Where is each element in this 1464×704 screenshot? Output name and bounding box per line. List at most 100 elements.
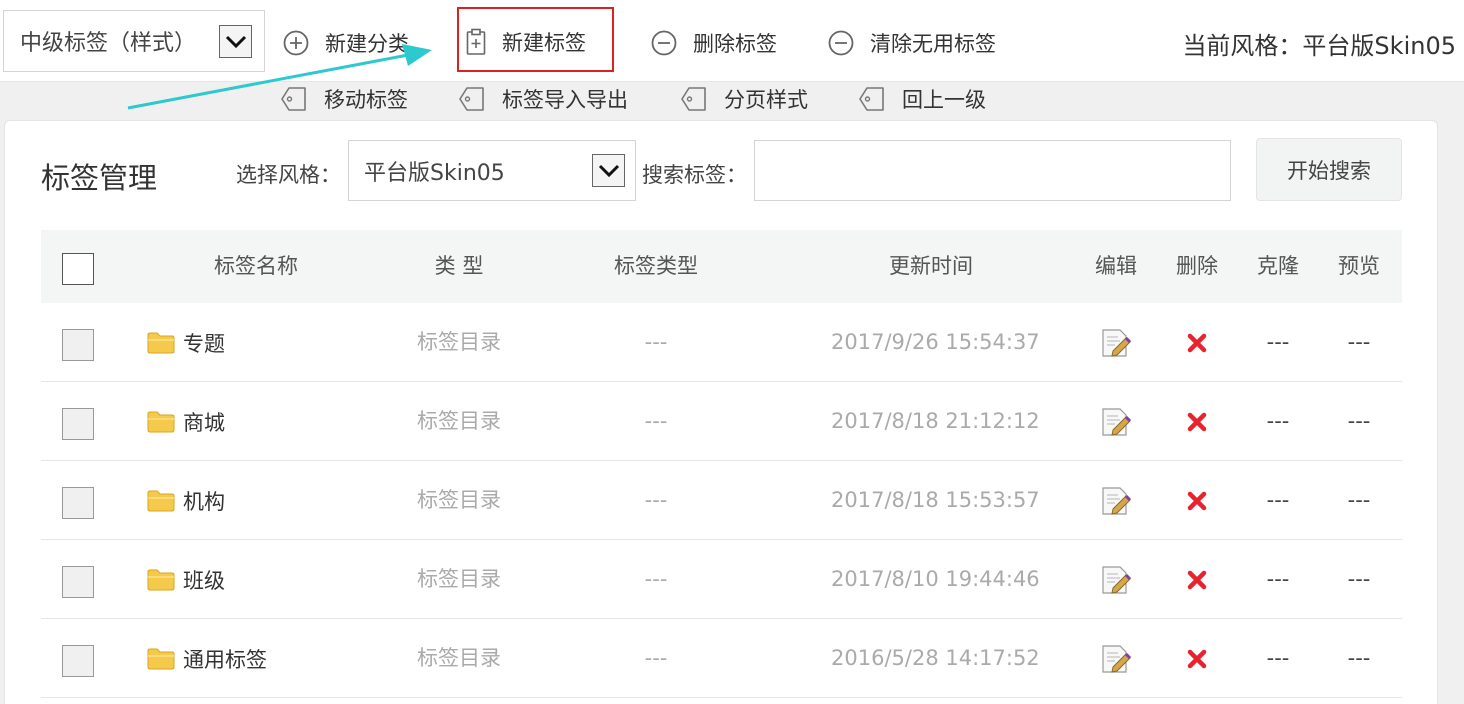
folder-icon — [147, 490, 175, 511]
top-toolbar: 中级标签（样式） 新建分类 新建标签 删除标签 清除无用标签 当前风格：平台版S… — [0, 0, 1464, 82]
tag-name-link[interactable]: 班级 — [147, 540, 225, 619]
delete-button[interactable] — [1167, 461, 1227, 540]
delete-button[interactable] — [1167, 382, 1227, 461]
search-tag-label: 搜索标签： — [642, 163, 747, 187]
row-tag-type: --- — [644, 409, 668, 433]
table-row: 商城 标签目录 --- 2017/8/18 21:12:12 --- --- — [41, 382, 1402, 461]
row-checkbox[interactable] — [62, 566, 94, 598]
row-updated-time: 2017/8/18 15:53:57 — [831, 488, 1040, 512]
minus-circle-icon — [828, 30, 854, 56]
tag-name-link[interactable]: 专题 — [147, 303, 225, 382]
select-all-checkbox[interactable] — [62, 253, 94, 285]
search-button[interactable]: 开始搜索 — [1256, 138, 1402, 201]
row-tag-type: --- — [644, 567, 668, 591]
tag-name: 班级 — [183, 568, 225, 593]
row-preview: --- — [1347, 488, 1371, 512]
delete-x-icon — [1187, 649, 1207, 668]
delete-button[interactable] — [1167, 619, 1227, 698]
col-type: 类 型 — [434, 254, 484, 278]
go-up-level-button[interactable]: 回上一级 — [858, 84, 986, 114]
new-tag-label: 新建标签 — [502, 31, 586, 55]
folder-icon — [147, 569, 175, 590]
table-header: 标签名称 类 型 标签类型 更新时间 编辑 删除 克隆 预览 — [41, 230, 1402, 303]
new-category-button[interactable]: 新建分类 — [283, 28, 409, 58]
tag-level-select[interactable]: 中级标签（样式） — [3, 10, 265, 72]
tag-level-select-value: 中级标签（样式） — [20, 31, 197, 56]
row-checkbox[interactable] — [62, 645, 94, 677]
minus-circle-icon — [651, 30, 677, 56]
row-preview: --- — [1347, 330, 1371, 354]
row-tag-type: --- — [644, 488, 668, 512]
edit-button[interactable] — [1086, 382, 1146, 461]
import-export-tags-button[interactable]: 标签导入导出 — [458, 84, 628, 114]
row-type: 标签目录 — [417, 488, 501, 512]
col-delete: 删除 — [1176, 254, 1218, 278]
go-up-level-label: 回上一级 — [902, 88, 986, 112]
search-input[interactable] — [754, 140, 1231, 201]
delete-button[interactable] — [1167, 540, 1227, 619]
row-checkbox[interactable] — [62, 329, 94, 361]
tag-name: 专题 — [183, 331, 225, 356]
row-clone: --- — [1266, 646, 1290, 670]
delete-x-icon — [1187, 412, 1207, 431]
folder-icon — [147, 332, 175, 353]
folder-icon — [147, 411, 175, 432]
clear-unused-tags-button[interactable]: 清除无用标签 — [828, 28, 996, 58]
tag-icon — [459, 87, 484, 111]
col-name: 标签名称 — [214, 254, 298, 278]
folder-icon — [147, 648, 175, 669]
tag-name-link[interactable]: 机构 — [147, 461, 225, 540]
style-filter-label: 选择风格： — [236, 163, 341, 187]
row-clone: --- — [1266, 567, 1290, 591]
delete-tag-button[interactable]: 删除标签 — [651, 28, 777, 58]
edit-icon — [1102, 565, 1132, 594]
style-select[interactable]: 平台版Skin05 — [348, 140, 636, 201]
tag-table: 标签名称 类 型 标签类型 更新时间 编辑 删除 克隆 预览 专题 标签目录 -… — [41, 230, 1402, 698]
new-category-label: 新建分类 — [325, 32, 409, 56]
row-clone: --- — [1266, 409, 1290, 433]
edit-button[interactable] — [1086, 461, 1146, 540]
tag-icon — [859, 87, 884, 111]
tag-name: 通用标签 — [183, 647, 267, 672]
row-preview: --- — [1347, 409, 1371, 433]
table-row: 专题 标签目录 --- 2017/9/26 15:54:37 --- --- — [41, 303, 1402, 382]
tag-name-link[interactable]: 通用标签 — [147, 619, 267, 698]
tag-name-link[interactable]: 商城 — [147, 382, 225, 461]
edit-icon — [1102, 486, 1132, 515]
row-checkbox[interactable] — [62, 487, 94, 519]
move-tag-button[interactable]: 移动标签 — [280, 84, 408, 114]
row-type: 标签目录 — [417, 646, 501, 670]
chevron-down-icon[interactable] — [592, 154, 625, 187]
row-type: 标签目录 — [417, 330, 501, 354]
delete-x-icon — [1187, 570, 1207, 589]
style-select-value: 平台版Skin05 — [364, 160, 505, 186]
chevron-down-icon[interactable] — [219, 25, 252, 58]
edit-icon — [1102, 328, 1132, 357]
new-tag-button[interactable]: 新建标签 — [466, 27, 586, 57]
current-style-indicator: 当前风格：平台版Skin05 — [1182, 32, 1456, 60]
row-updated-time: 2017/8/18 21:12:12 — [831, 409, 1040, 433]
row-tag-type: --- — [644, 646, 668, 670]
delete-button[interactable] — [1167, 303, 1227, 382]
row-tag-type: --- — [644, 330, 668, 354]
table-row: 机构 标签目录 --- 2017/8/18 15:53:57 --- --- — [41, 461, 1402, 540]
edit-button[interactable] — [1086, 619, 1146, 698]
edit-button[interactable] — [1086, 303, 1146, 382]
col-clone: 克隆 — [1257, 254, 1299, 278]
pagination-style-label: 分页样式 — [724, 88, 808, 112]
clear-unused-tags-label: 清除无用标签 — [870, 32, 996, 56]
row-checkbox[interactable] — [62, 408, 94, 440]
delete-x-icon — [1187, 333, 1207, 352]
row-clone: --- — [1266, 330, 1290, 354]
plus-circle-icon — [283, 30, 309, 56]
table-body: 专题 标签目录 --- 2017/9/26 15:54:37 --- --- 商… — [41, 303, 1402, 698]
tag-management-panel: 标签管理 选择风格： 平台版Skin05 搜索标签： 开始搜索 标签名称 类 型… — [4, 120, 1438, 704]
edit-icon — [1102, 407, 1132, 436]
row-clone: --- — [1266, 488, 1290, 512]
table-row: 通用标签 标签目录 --- 2016/5/28 14:17:52 --- --- — [41, 619, 1402, 698]
col-preview: 预览 — [1338, 254, 1380, 278]
tag-icon — [281, 87, 306, 111]
edit-button[interactable] — [1086, 540, 1146, 619]
row-preview: --- — [1347, 567, 1371, 591]
pagination-style-button[interactable]: 分页样式 — [680, 84, 808, 114]
